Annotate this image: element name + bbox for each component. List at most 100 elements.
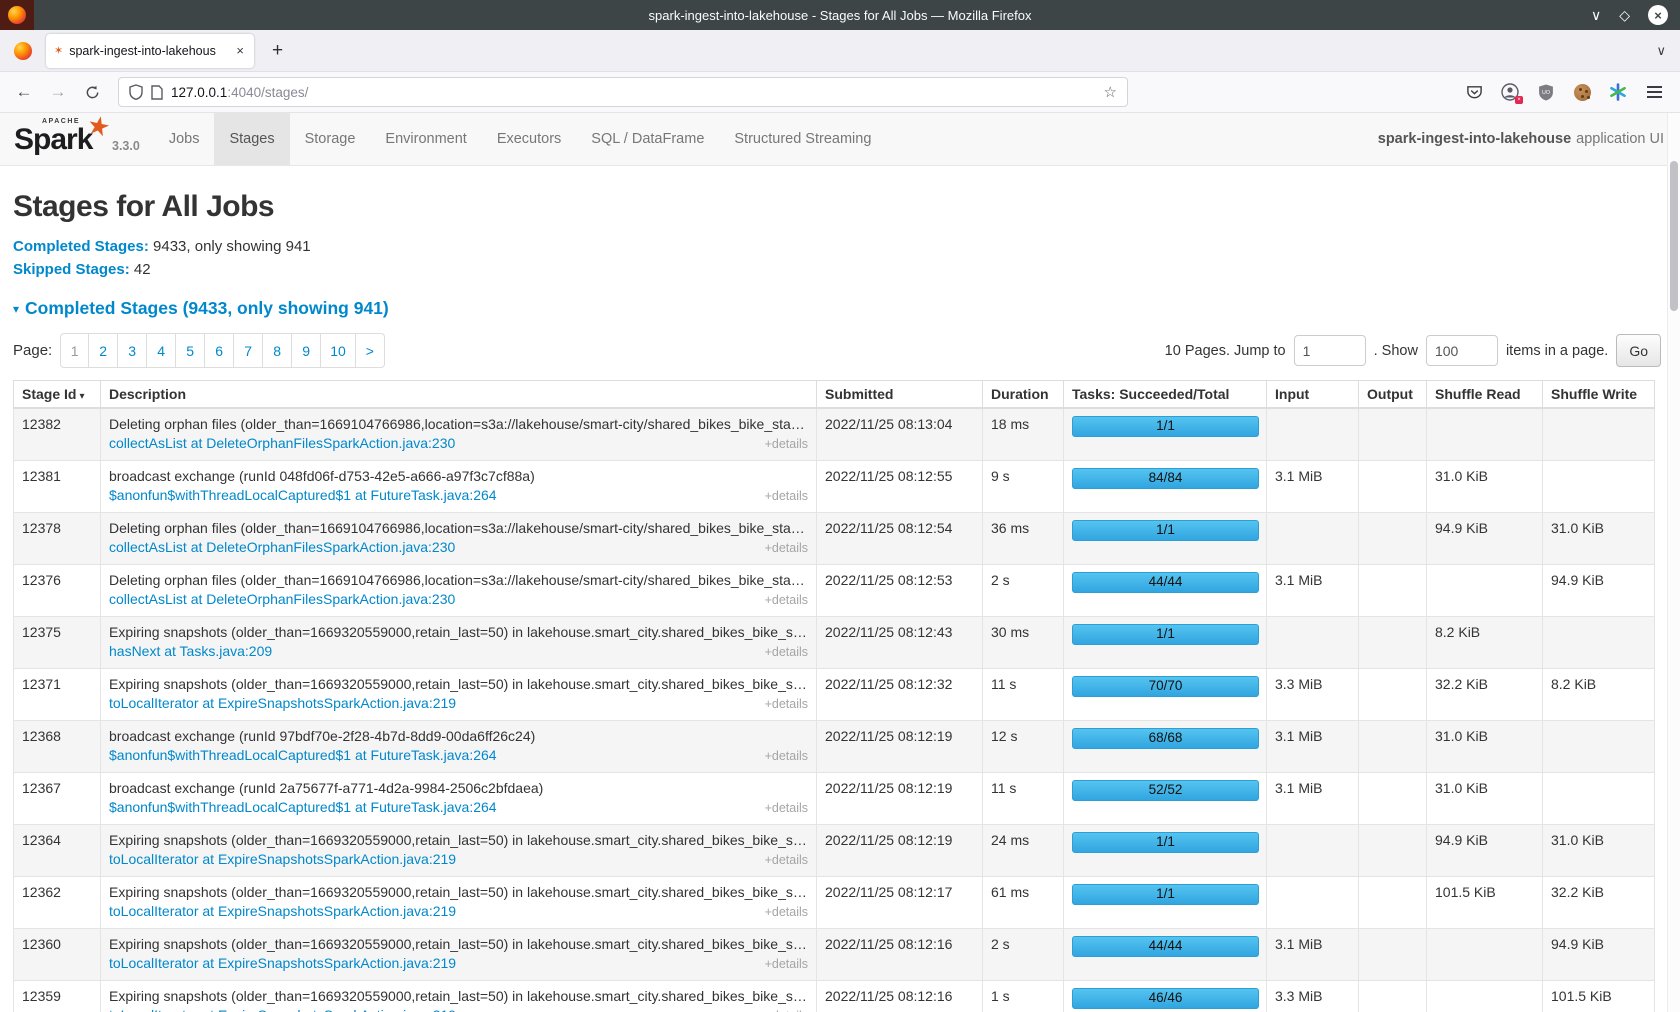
column-header-input[interactable]: Input xyxy=(1267,381,1359,409)
details-toggle[interactable]: +details xyxy=(765,541,808,555)
column-header-shuffle-write[interactable]: Shuffle Write xyxy=(1543,381,1655,409)
stage-detail-link[interactable]: toLocalIterator at ExpireSnapshotsSparkA… xyxy=(109,903,456,919)
jump-to-page-input[interactable] xyxy=(1294,335,1366,366)
duration-cell: 24 ms xyxy=(983,824,1064,876)
spark-brand[interactable]: APACHE Spark ★ 3.3.0 xyxy=(0,113,154,165)
output-cell xyxy=(1359,980,1427,1012)
url-text[interactable]: 127.0.0.1:4040/stages/ xyxy=(171,85,1096,100)
column-header-tasks-succeeded-total[interactable]: Tasks: Succeeded/Total xyxy=(1064,381,1267,409)
menu-icon[interactable] xyxy=(1644,82,1664,102)
completed-stages-link[interactable]: Completed Stages: xyxy=(13,238,149,255)
minimize-button[interactable]: ∨ xyxy=(1591,8,1601,22)
stage-detail-link[interactable]: toLocalIterator at ExpireSnapshotsSparkA… xyxy=(109,695,456,711)
nav-item-environment[interactable]: Environment xyxy=(370,113,481,165)
next-page-button[interactable]: > xyxy=(356,333,385,368)
details-toggle[interactable]: +details xyxy=(765,905,808,919)
new-tab-button[interactable]: + xyxy=(266,40,289,62)
tasks-progress-text: 1/1 xyxy=(1073,418,1258,433)
description-cell: Expiring snapshots (older_than=166932055… xyxy=(101,980,817,1012)
page-button-5[interactable]: 5 xyxy=(176,333,205,368)
nav-item-structured-streaming[interactable]: Structured Streaming xyxy=(719,113,886,165)
url-bar[interactable]: 127.0.0.1:4040/stages/ ☆ xyxy=(118,77,1128,107)
stage-detail-link[interactable]: hasNext at Tasks.java:209 xyxy=(109,643,272,659)
nav-item-storage[interactable]: Storage xyxy=(290,113,371,165)
firefox-app-icon[interactable] xyxy=(0,0,34,30)
page-scrollbar[interactable] xyxy=(1667,113,1680,1012)
page-button-6[interactable]: 6 xyxy=(205,333,234,368)
nav-item-executors[interactable]: Executors xyxy=(482,113,576,165)
nav-item-sql-dataframe[interactable]: SQL / DataFrame xyxy=(576,113,719,165)
shuffle-write-cell xyxy=(1543,460,1655,512)
details-toggle[interactable]: +details xyxy=(765,645,808,659)
shuffle-read-cell: 31.0 KiB xyxy=(1427,720,1543,772)
shuffle-write-cell: 31.0 KiB xyxy=(1543,824,1655,876)
stage-detail-link[interactable]: collectAsList at DeleteOrphanFilesSparkA… xyxy=(109,591,455,607)
account-icon[interactable]: × xyxy=(1500,82,1520,102)
asterisk-extension-icon[interactable] xyxy=(1608,82,1628,102)
nav-item-stages[interactable]: Stages xyxy=(214,113,289,165)
stage-id-cell: 12360 xyxy=(14,928,101,980)
duration-cell: 30 ms xyxy=(983,616,1064,668)
page-button-7[interactable]: 7 xyxy=(234,333,263,368)
stage-id-cell: 12371 xyxy=(14,668,101,720)
column-header-submitted[interactable]: Submitted xyxy=(817,381,983,409)
tracking-shield-icon[interactable] xyxy=(129,84,143,100)
firefox-view-button[interactable] xyxy=(8,36,38,66)
page-button-8[interactable]: 8 xyxy=(263,333,292,368)
details-toggle[interactable]: +details xyxy=(765,437,808,451)
bookmark-star-icon[interactable]: ☆ xyxy=(1104,83,1117,101)
page-button-1[interactable]: 1 xyxy=(60,333,89,368)
scrollbar-thumb[interactable] xyxy=(1670,161,1678,311)
spark-version: 3.3.0 xyxy=(112,139,140,157)
ublock-icon[interactable]: UO xyxy=(1536,82,1556,102)
details-toggle[interactable]: +details xyxy=(765,489,808,503)
page-info-icon[interactable] xyxy=(151,85,163,100)
details-toggle[interactable]: +details xyxy=(765,801,808,815)
skipped-stages-summary: Skipped Stages: 42 xyxy=(13,261,1667,278)
stage-detail-link[interactable]: $anonfun$withThreadLocalCaptured$1 at Fu… xyxy=(109,487,497,503)
close-button[interactable]: × xyxy=(1648,5,1668,25)
column-header-description[interactable]: Description xyxy=(101,381,817,409)
back-button[interactable]: ← xyxy=(10,82,38,102)
details-toggle[interactable]: +details xyxy=(765,593,808,607)
column-header-output[interactable]: Output xyxy=(1359,381,1427,409)
page-button-4[interactable]: 4 xyxy=(147,333,176,368)
stage-detail-link[interactable]: $anonfun$withThreadLocalCaptured$1 at Fu… xyxy=(109,799,497,815)
stage-detail-link[interactable]: toLocalIterator at ExpireSnapshotsSparkA… xyxy=(109,851,456,867)
details-toggle[interactable]: +details xyxy=(765,697,808,711)
page-button-10[interactable]: 10 xyxy=(321,333,356,368)
maximize-button[interactable]: ◇ xyxy=(1619,8,1630,22)
go-button[interactable]: Go xyxy=(1616,334,1661,367)
column-header-duration[interactable]: Duration xyxy=(983,381,1064,409)
account-error-badge: × xyxy=(1515,96,1523,104)
completed-stages-section-toggle[interactable]: ▾ Completed Stages (9433, only showing 9… xyxy=(13,298,1667,319)
details-toggle[interactable]: +details xyxy=(765,1009,808,1012)
reload-button[interactable] xyxy=(78,85,106,100)
browser-tab[interactable]: ✶ spark-ingest-into-lakehous × xyxy=(46,34,254,68)
forward-button[interactable]: → xyxy=(44,82,72,102)
column-header-stage-id[interactable]: Stage Id▾ xyxy=(14,381,101,409)
stage-detail-link[interactable]: collectAsList at DeleteOrphanFilesSparkA… xyxy=(109,435,455,451)
cookie-extension-icon[interactable] xyxy=(1572,82,1592,102)
pocket-icon[interactable] xyxy=(1464,82,1484,102)
page-button-3[interactable]: 3 xyxy=(118,333,147,368)
page-button-2[interactable]: 2 xyxy=(89,333,118,368)
details-toggle[interactable]: +details xyxy=(765,957,808,971)
stage-detail-link[interactable]: collectAsList at DeleteOrphanFilesSparkA… xyxy=(109,539,455,555)
stage-detail-link[interactable]: toLocalIterator at ExpireSnapshotsSparkA… xyxy=(109,955,456,971)
stage-detail-link[interactable]: $anonfun$withThreadLocalCaptured$1 at Fu… xyxy=(109,747,497,763)
nav-item-jobs[interactable]: Jobs xyxy=(154,113,215,165)
skipped-stages-link[interactable]: Skipped Stages: xyxy=(13,261,130,278)
page-button-9[interactable]: 9 xyxy=(292,333,321,368)
list-all-tabs-icon[interactable]: ∨ xyxy=(1656,43,1672,59)
details-toggle[interactable]: +details xyxy=(765,853,808,867)
tasks-cell: 1/1 xyxy=(1064,876,1267,928)
column-header-shuffle-read[interactable]: Shuffle Read xyxy=(1427,381,1543,409)
tasks-cell: 1/1 xyxy=(1064,616,1267,668)
details-toggle[interactable]: +details xyxy=(765,749,808,763)
submitted-cell: 2022/11/25 08:12:43 xyxy=(817,616,983,668)
stage-detail-link[interactable]: toLocalIterator at ExpireSnapshotsSparkA… xyxy=(109,1007,456,1012)
items-per-page-input[interactable] xyxy=(1426,335,1498,366)
application-ui-suffix: application UI xyxy=(1576,131,1664,147)
tab-close-icon[interactable]: × xyxy=(234,43,246,58)
